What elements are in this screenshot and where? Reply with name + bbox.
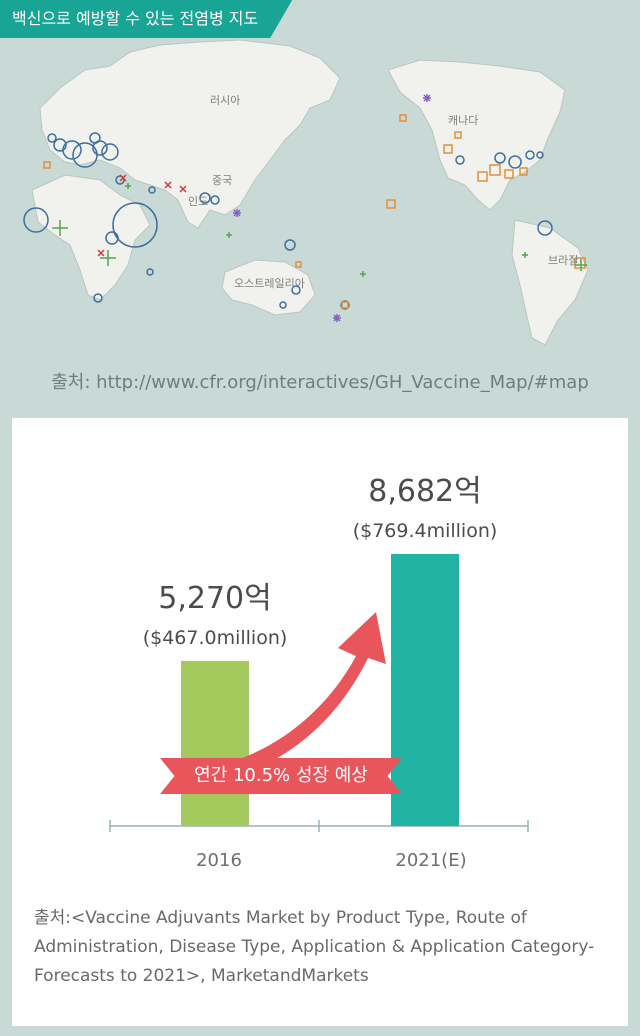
country-label-brazil: 브라질 (548, 254, 578, 267)
country-label-russia: 러시아 (210, 94, 240, 107)
country-label-china: 중국 (212, 174, 232, 187)
country-label-india: 인도 (188, 195, 208, 208)
bar-value-label: 5,270억 (158, 580, 272, 616)
world-map: 러시아 중국 인도 캐나다 브라질 오스트레일리아 (0, 0, 640, 350)
bar-label-2021e: 8,682억 ($769.4million) (325, 466, 525, 542)
growth-annotation: 연간 10.5% 성장 예상 (160, 758, 402, 794)
bar-chart (109, 554, 529, 832)
x-tick-label-2021e: 2021(E) (395, 850, 467, 871)
bar-label-2016: 5,270억 ($467.0million) (115, 573, 315, 649)
vaccine-disease-map: 러시아 중국 인도 캐나다 브라질 오스트레일리아 백신으로 예방할 수 있는 … (0, 0, 640, 350)
bar-2016 (181, 660, 249, 826)
bar-sub-label: ($769.4million) (352, 520, 498, 542)
bar-sub-label: ($467.0million) (142, 626, 288, 649)
bar-value-label: 8,682억 (368, 474, 482, 509)
country-label-canada: 캐나다 (448, 114, 478, 127)
market-chart-card: 5,270억 ($467.0million) 8,682억 ($769.4mil… (12, 418, 628, 1026)
bar-2021e (391, 554, 459, 826)
x-tick-label-2016: 2016 (196, 850, 242, 871)
chart-source-note: 출처:<Vaccine Adjuvants Market by Product … (34, 908, 595, 986)
country-label-australia: 오스트레일리아 (234, 276, 305, 290)
map-source: 출처: http://www.cfr.org/interactives/GH_V… (51, 372, 589, 393)
map-title: 백신으로 예방할 수 있는 전염병 지도 (0, 0, 292, 38)
